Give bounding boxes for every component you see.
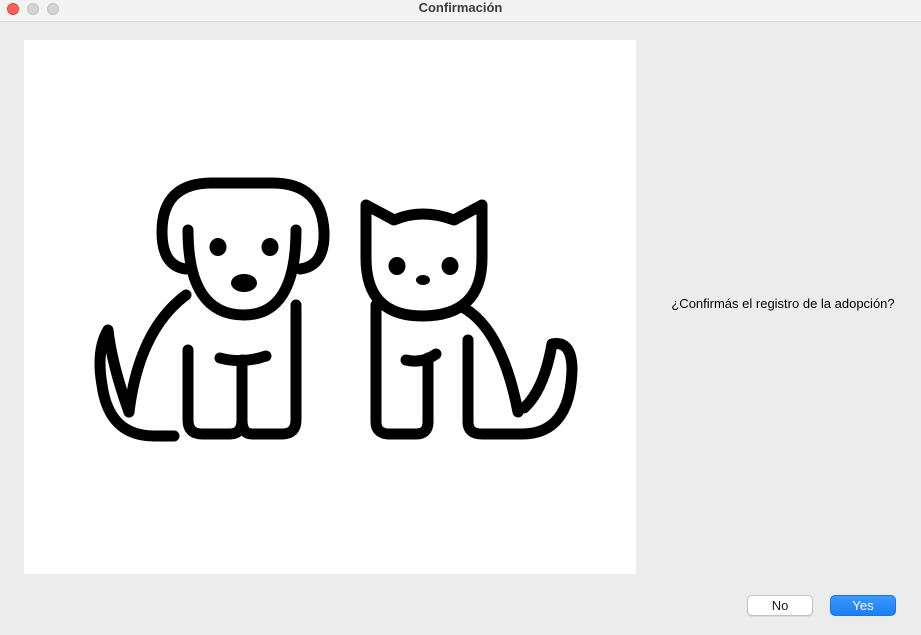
no-button[interactable]: No xyxy=(747,595,813,616)
pets-image xyxy=(24,40,636,574)
title-bar: Confirmación xyxy=(0,0,921,22)
dialog-window: Confirmación ¿Confirmás el registro de l… xyxy=(0,0,921,635)
confirmation-message: ¿Confirmás el registro de la adopción? xyxy=(671,296,895,311)
dog-and-cat-icon xyxy=(94,177,578,442)
window-title: Confirmación xyxy=(418,0,503,15)
yes-button[interactable]: Yes xyxy=(830,595,896,616)
